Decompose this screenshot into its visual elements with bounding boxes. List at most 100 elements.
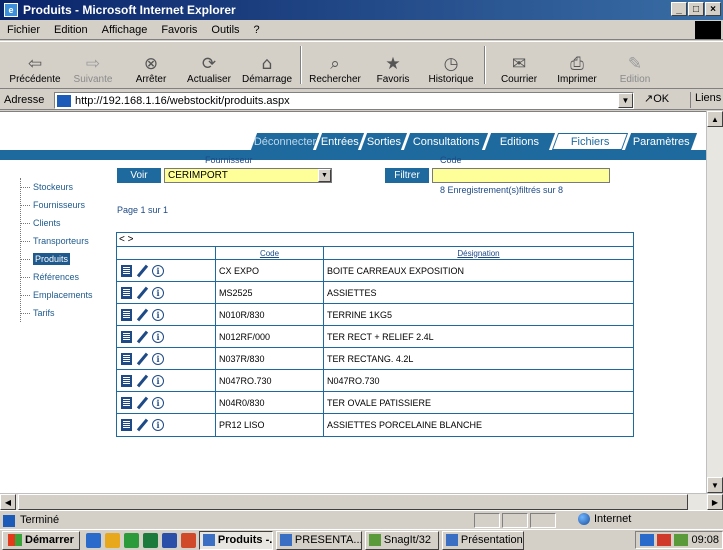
edit-button[interactable]: ✎ Edition	[606, 42, 664, 88]
pencil-icon[interactable]	[136, 287, 148, 299]
filtrer-button[interactable]: Filtrer	[385, 168, 429, 183]
tab-entrees[interactable]: Entrées	[315, 133, 365, 150]
horizontal-scrollbar[interactable]: ◀ ▶	[0, 493, 723, 510]
refresh-icon: ⟳	[201, 54, 217, 74]
info-icon[interactable]: i	[152, 352, 164, 365]
back-button[interactable]: ⇦ Précédente	[6, 42, 64, 88]
tab-fichiers[interactable]: Fichiers	[551, 133, 629, 150]
sidebar-item-emplacements[interactable]: Emplacements	[21, 286, 110, 304]
pencil-icon[interactable]	[136, 353, 148, 365]
minimize-button[interactable]: _	[671, 2, 687, 16]
info-icon[interactable]: i	[152, 396, 164, 409]
header-designation[interactable]: Désignation	[324, 247, 633, 259]
word-task-icon	[445, 534, 458, 546]
pencil-icon[interactable]	[136, 419, 148, 431]
sidebar-item-fournisseurs[interactable]: Fournisseurs	[21, 196, 110, 214]
code-label: Code	[440, 155, 462, 165]
task-produits[interactable]: Produits -...	[198, 530, 273, 550]
mail-button[interactable]: ✉ Courrier	[490, 42, 548, 88]
windows-logo	[695, 21, 721, 39]
fournisseur-select[interactable]: CERIMPORT ▼	[164, 168, 332, 183]
info-icon[interactable]: i	[152, 264, 164, 277]
sidebar-item-references[interactable]: Références	[21, 268, 110, 286]
table-row: i N012RF/000 TER RECT + RELIEF 2.4L	[117, 326, 633, 348]
sidebar-item-produits[interactable]: Produits	[21, 250, 110, 268]
menu-help[interactable]: ?	[247, 24, 267, 36]
address-input[interactable]: http://192.168.1.16/webstockit/produits.…	[54, 92, 634, 109]
info-icon[interactable]: i	[152, 286, 164, 299]
card-icon[interactable]	[121, 264, 132, 277]
print-button[interactable]: ⎙ Imprimer	[548, 42, 606, 88]
address-dropdown-icon[interactable]: ▼	[618, 93, 633, 108]
info-icon[interactable]: i	[152, 419, 164, 431]
refresh-button[interactable]: ⟳ Actualiser	[180, 42, 238, 88]
horizontal-scroll-thumb[interactable]	[18, 494, 688, 510]
card-icon[interactable]	[121, 374, 132, 387]
info-icon[interactable]: i	[152, 330, 164, 343]
tab-sorties[interactable]: Sorties	[360, 133, 408, 150]
cell-code: N010R/830	[216, 304, 324, 325]
start-button[interactable]: Démarrer	[2, 530, 80, 550]
task-snagit[interactable]: SnagIt/32	[364, 530, 439, 550]
home-button[interactable]: ⌂ Démarrage	[238, 42, 296, 88]
scroll-right-icon[interactable]: ▶	[707, 494, 723, 510]
desktop-quicklaunch-icon[interactable]	[123, 532, 139, 548]
scroll-left-icon[interactable]: ◀	[0, 494, 16, 510]
history-button[interactable]: ◷ Historique	[422, 42, 480, 88]
cell-code: N037R/830	[216, 348, 324, 369]
card-icon[interactable]	[121, 330, 132, 343]
task-presentation[interactable]: Présentation...	[441, 530, 524, 550]
pencil-icon[interactable]	[136, 265, 148, 277]
maximize-button[interactable]: □	[688, 2, 704, 16]
sidebar-item-clients[interactable]: Clients	[21, 214, 110, 232]
tray-icon[interactable]	[657, 534, 672, 546]
menu-fichier[interactable]: Fichier	[0, 24, 47, 36]
tab-deconnecter[interactable]: Déconnecter	[250, 133, 320, 150]
word-quicklaunch-icon[interactable]	[161, 532, 177, 548]
tray-icon[interactable]	[674, 534, 689, 546]
powerpoint-quicklaunch-icon[interactable]	[180, 532, 196, 548]
pencil-icon[interactable]	[136, 309, 148, 321]
card-icon[interactable]	[121, 308, 132, 321]
voir-button[interactable]: Voir	[117, 168, 161, 183]
outlook-quicklaunch-icon[interactable]	[104, 532, 120, 548]
excel-quicklaunch-icon[interactable]	[142, 532, 158, 548]
tab-editions[interactable]: Editions	[484, 133, 556, 150]
stop-button[interactable]: ⊗ Arrêter	[122, 42, 180, 88]
header-code[interactable]: Code	[216, 247, 324, 259]
favorites-button[interactable]: ★ Favoris	[364, 42, 422, 88]
info-icon[interactable]: i	[152, 374, 164, 387]
search-button[interactable]: ⌕ Rechercher	[306, 42, 364, 88]
pencil-icon[interactable]	[136, 397, 148, 409]
pencil-icon[interactable]	[136, 331, 148, 343]
card-icon[interactable]	[121, 286, 132, 299]
code-input[interactable]	[432, 168, 610, 183]
menu-edition[interactable]: Edition	[47, 24, 95, 36]
pencil-icon[interactable]	[136, 375, 148, 387]
tab-parametres[interactable]: Paramètres	[624, 133, 698, 150]
scroll-down-icon[interactable]: ▼	[707, 477, 723, 493]
ie-quicklaunch-icon[interactable]	[85, 532, 101, 548]
card-icon[interactable]	[121, 396, 132, 409]
card-icon[interactable]	[121, 419, 132, 431]
menu-favoris[interactable]: Favoris	[154, 24, 204, 36]
info-icon[interactable]: i	[152, 308, 164, 321]
links-button[interactable]: Liens	[690, 92, 721, 108]
menu-affichage[interactable]: Affichage	[95, 24, 155, 36]
task-presenta[interactable]: PRESENTA...	[275, 530, 362, 550]
forward-button[interactable]: ⇨ Suivante	[64, 42, 122, 88]
go-button[interactable]: ↗OK	[644, 92, 669, 105]
tab-consultations[interactable]: Consultations	[403, 133, 489, 150]
scroll-up-icon[interactable]: ▲	[707, 111, 723, 127]
sidebar-item-tarifs[interactable]: Tarifs	[21, 304, 110, 322]
card-icon[interactable]	[121, 352, 132, 365]
close-button[interactable]: ×	[705, 2, 721, 16]
tray-icon[interactable]	[640, 534, 655, 546]
chevron-down-icon[interactable]: ▼	[318, 169, 331, 182]
vertical-scrollbar[interactable]: ▲ ▼	[706, 111, 723, 493]
sidebar-item-stockeurs[interactable]: Stockeurs	[21, 178, 110, 196]
grid-pager[interactable]: < >	[117, 233, 633, 247]
sidebar-item-transporteurs[interactable]: Transporteurs	[21, 232, 110, 250]
cell-designation: N047RO.730	[327, 375, 380, 386]
menu-outils[interactable]: Outils	[204, 24, 246, 36]
